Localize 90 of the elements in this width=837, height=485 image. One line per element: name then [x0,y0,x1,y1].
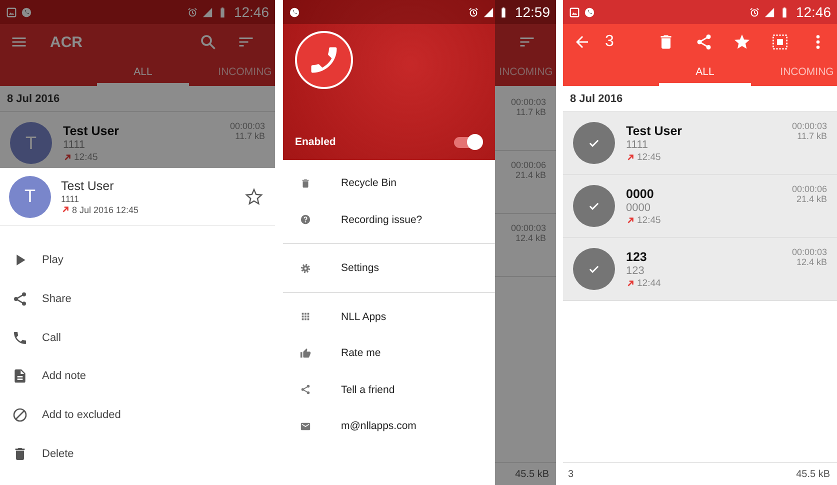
star-icon[interactable] [245,188,263,206]
file-size: 11.7 kB [797,131,827,141]
signal-icon [482,6,494,18]
outgoing-arrow-icon [626,152,635,162]
phone-circle-icon [289,6,300,18]
outgoing-arrow-icon [626,278,635,288]
signal-icon [202,6,213,18]
menu-item[interactable]: Settings [283,250,495,286]
contact-name: Test User [63,124,120,138]
phone-circle-icon [584,6,595,18]
contact-name: 123 [626,250,648,264]
action-item[interactable]: Add note [0,357,275,396]
status-time: 12:59 [514,4,550,20]
outgoing-arrow-icon [626,216,635,224]
menu-item[interactable]: Recording issue? [283,202,495,238]
avatar: T [9,176,51,218]
duration: 00:00:03 [792,121,827,131]
recording-row[interactable]: 0000 0000 12:45 00:00:06 21.4 kB [563,175,837,238]
enabled-switch[interactable] [454,136,480,148]
action-item[interactable]: Add to excluded [0,396,275,434]
mail-icon [300,420,311,432]
gallery-icon [6,6,17,18]
duration: 00:00:06 [792,184,827,194]
app-title: ACR [50,34,82,50]
gear-icon [300,262,311,274]
duration: 00:00:03 [510,223,546,233]
outgoing-arrow-icon [61,205,70,214]
call-time: 12:44 [637,278,661,288]
file-size: 21.4 kB [796,194,827,204]
share-icon[interactable] [695,33,713,51]
file-size: 12.4 kB [796,257,827,267]
alarm-icon [748,6,760,18]
file-size: 11.7 kB [516,107,546,117]
status-time: 12:46 [796,4,831,20]
action-item[interactable]: Play [0,241,275,280]
total-size: 45.5 kB [515,468,549,480]
share-icon [300,384,311,396]
duration: 00:00:03 [230,121,265,131]
recording-row[interactable]: Test User 1111 12:45 00:00:03 11.7 kB [563,112,837,175]
action-item[interactable]: Delete [0,434,275,474]
duration: 00:00:06 [510,160,546,170]
help-icon [300,214,311,226]
phone-number: 1111 [63,138,86,150]
phone-number: 1111 [626,138,650,150]
duration: 00:00:03 [792,247,827,257]
selection-count: 3 [605,33,614,51]
star-icon[interactable] [733,33,751,51]
total-size: 45.5 kB [796,468,830,480]
call-icon [12,330,28,346]
phone-number: 0000 [626,202,652,214]
duration: 00:00:03 [510,97,546,107]
gallery-icon [569,6,580,18]
tab[interactable]: ALL [659,60,751,86]
call-time: 12:45 [637,152,661,162]
recording-count: 3 [568,468,574,480]
menu-item[interactable]: Rate me [283,335,495,372]
phone-circle-icon [21,6,32,18]
apps-icon [300,311,311,322]
outgoing-arrow-icon [63,152,72,162]
contact-name: Test User [626,124,682,138]
contact-name: 0000 [626,186,655,200]
call-date: 8 Jul 2016 12:45 [72,204,139,214]
menu-item[interactable]: NLL Apps [283,298,495,335]
menu-item[interactable]: Recycle Bin [283,165,495,202]
block-icon [12,407,28,424]
share-icon [12,291,28,308]
trash-icon [300,178,311,189]
note-icon [12,368,28,384]
alarm-icon [468,6,479,18]
file-size: 12.4 kB [515,233,546,243]
menu-item[interactable]: m@nllapps.com [283,408,495,444]
call-time: 12:45 [637,214,661,226]
action-item[interactable]: Share [0,280,275,318]
contact-name: Test User [61,178,115,192]
call-time: 12:45 [74,152,98,162]
search-icon[interactable] [199,33,217,51]
switch-label: Enabled [295,136,336,148]
signal-icon [764,6,775,18]
recording-row[interactable]: 123 123 12:44 00:00:03 12.4 kB [563,238,837,301]
phone-number: 123 [626,264,646,276]
menu-item[interactable]: Tell a friend [283,372,495,408]
thumb-icon [300,348,311,359]
action-item[interactable]: Call [0,318,275,358]
phone-number: 1111 [61,194,80,204]
avatar: T [10,122,52,164]
select-all-icon[interactable] [771,33,789,51]
status-time: 12:46 [234,4,269,20]
file-size: 21.4 kB [515,170,546,180]
file-size: 11.7 kB [235,131,265,141]
alarm-icon [186,6,198,18]
